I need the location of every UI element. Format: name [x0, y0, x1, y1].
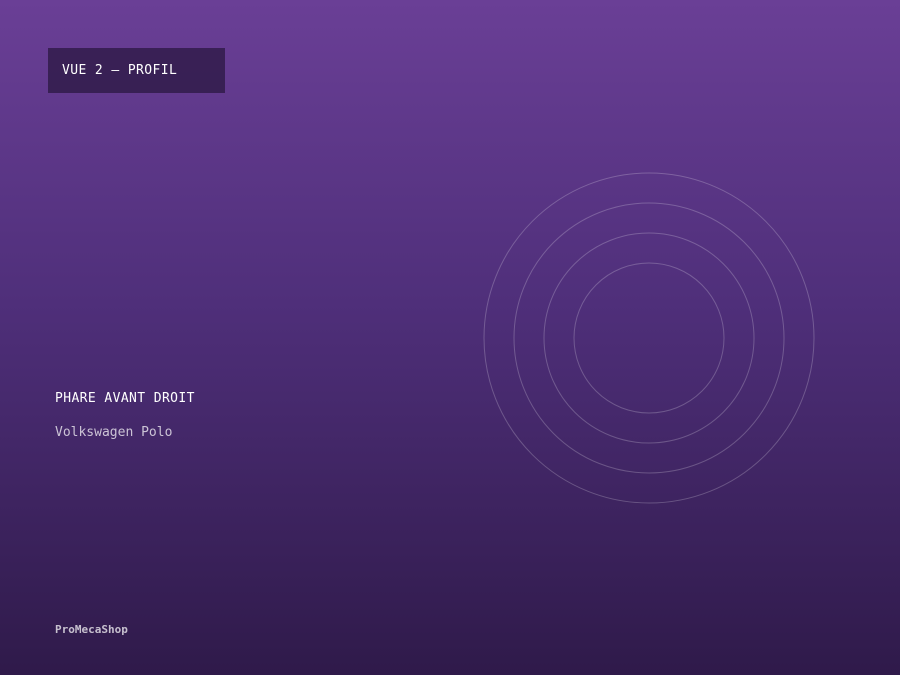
- view-badge: VUE 2 — PROFIL: [48, 48, 225, 93]
- view-badge-label: VUE 2 — PROFIL: [62, 63, 178, 78]
- part-title: PHARE AVANT DROIT: [55, 391, 195, 406]
- vehicle-model: Volkswagen Polo: [55, 425, 173, 440]
- ring-outer: [483, 172, 815, 504]
- concentric-rings-graphic: [483, 172, 815, 504]
- ring-third: [543, 232, 755, 444]
- ring-second: [513, 202, 785, 474]
- brand-footer: ProMecaShop: [55, 623, 128, 636]
- ring-inner: [573, 262, 725, 414]
